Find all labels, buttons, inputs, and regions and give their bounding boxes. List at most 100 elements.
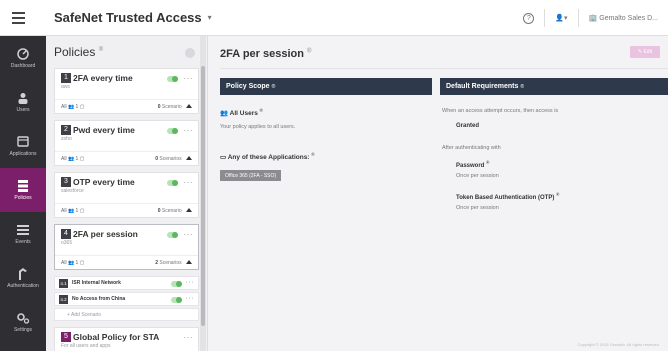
more-options-icon[interactable]: ···: [184, 178, 194, 187]
nav-events[interactable]: Events: [0, 212, 46, 256]
default-requirements-header: Default Requirements ®: [440, 78, 668, 95]
nav-policies[interactable]: Policies: [0, 168, 46, 212]
info-icon[interactable]: ®: [556, 192, 559, 197]
more-options-icon[interactable]: ···: [186, 279, 195, 286]
scenario-count[interactable]: 0 Scenario: [158, 104, 192, 110]
scenario-number: 4.1: [59, 278, 68, 288]
nav-users[interactable]: Users: [0, 80, 46, 124]
scenario-toggle[interactable]: [171, 281, 182, 287]
policy-scope-header: Policy Scope ®: [220, 78, 432, 95]
user-menu-icon[interactable]: 👤▾: [555, 14, 567, 22]
left-navigation: Dashboard Users Applications Policies Ev…: [0, 36, 46, 351]
add-policy-icon[interactable]: [185, 48, 195, 58]
chevron-up-icon: [186, 208, 192, 213]
info-icon[interactable]: ®: [272, 84, 276, 90]
scrollbar-thumb[interactable]: [201, 66, 205, 326]
policy-toggle[interactable]: [167, 128, 178, 134]
info-icon[interactable]: ®: [99, 47, 103, 53]
policy-card-1[interactable]: 1 2FA every time aws ··· All 👥 1 ▢ 0 Scen…: [54, 68, 199, 114]
more-options-icon[interactable]: ···: [184, 126, 194, 135]
policy-card-2[interactable]: 2 Pwd every time zoho ··· All 👥 1 ▢ 0 Sce…: [54, 120, 199, 166]
scenario-row-4-1[interactable]: 4.1 ISR Internal Network ···: [54, 276, 199, 290]
policy-app: aws: [61, 84, 70, 90]
more-options-icon[interactable]: ···: [184, 333, 194, 342]
users-icon: 👥: [220, 110, 229, 118]
page-title: 2FA per session ®: [220, 48, 312, 60]
info-icon[interactable]: ®: [486, 160, 489, 165]
policies-icon: [16, 179, 30, 192]
policy-card-4[interactable]: 4 2FA per session o365 ··· All 👥 1 ▢ 2 Sc…: [54, 224, 199, 270]
scenario-row-4-2[interactable]: 4.2 No Access from China ···: [54, 292, 199, 306]
nav-label: Applications: [9, 150, 37, 157]
policy-number: 1: [61, 73, 71, 83]
divider: [544, 9, 546, 27]
nav-settings[interactable]: Settings: [0, 300, 46, 344]
policy-app: zoho: [61, 136, 72, 142]
applications-label: ▭ Any of these Applications: ®: [220, 152, 315, 162]
menu-icon[interactable]: [0, 0, 36, 36]
password-frequency: Once per session: [456, 173, 499, 179]
more-options-icon[interactable]: ···: [184, 230, 194, 239]
policy-scope-summary: All 👥 1 ▢: [61, 259, 85, 266]
edit-button[interactable]: ✎ Edit: [630, 46, 660, 58]
nav-dashboard[interactable]: Dashboard: [0, 36, 46, 80]
add-scenario-button[interactable]: + Add Scenario: [54, 308, 199, 321]
policy-number: 3: [61, 177, 71, 187]
policy-name: 2FA every time: [73, 73, 133, 83]
policy-footer: All 👥 1 ▢ 0 Scenario: [55, 203, 198, 217]
scenario-number: 4.2: [59, 294, 68, 304]
more-options-icon[interactable]: ···: [184, 74, 194, 83]
brand-title[interactable]: SafeNet Trusted Access: [54, 10, 202, 25]
more-options-icon[interactable]: ···: [186, 295, 195, 302]
applications-icon: [16, 136, 30, 148]
authentication-icon: [16, 267, 30, 280]
policy-card-3[interactable]: 3 OTP every time salesforce ··· All 👥 1 ▢…: [54, 172, 199, 218]
policy-scope-summary: All 👥 1 ▢: [61, 207, 85, 214]
top-bar: SafeNet Trusted Access ▾ ? 👤▾ 🏢 Gemalto …: [0, 0, 668, 36]
scenario-name: ISR Internal Network: [72, 280, 121, 286]
password-label: Password ®: [456, 160, 490, 169]
scenario-count[interactable]: 0 Scenarios: [155, 156, 192, 162]
policy-name: 2FA per session: [73, 229, 138, 239]
policy-toggle[interactable]: [167, 232, 178, 238]
events-icon: [16, 224, 30, 236]
info-icon[interactable]: ®: [307, 48, 311, 54]
users-description: Your policy applies to all users.: [220, 124, 296, 130]
applications-icon: ▭: [220, 154, 227, 162]
policy-app: o365: [61, 240, 73, 246]
policy-number: 2: [61, 125, 71, 135]
token-auth-label: Token Based Authentication (OTP) ®: [456, 192, 560, 201]
policy-detail: 2FA per session ® ✎ Edit Policy Scope ® D…: [210, 36, 668, 351]
nav-label: Policies: [14, 194, 32, 201]
info-icon[interactable]: ®: [520, 84, 524, 90]
scenario-toggle[interactable]: [171, 297, 182, 303]
policy-toggle[interactable]: [167, 180, 178, 186]
policy-app: salesforce: [61, 188, 84, 194]
chevron-down-icon[interactable]: ▾: [208, 13, 212, 22]
chevron-up-icon: [186, 260, 192, 265]
policy-number: 5: [61, 332, 71, 342]
help-icon[interactable]: ?: [523, 12, 535, 24]
policy-name: Global Policy for STA: [73, 332, 160, 342]
info-icon[interactable]: ®: [311, 152, 314, 157]
all-users-label: 👥 All Users ®: [220, 108, 263, 118]
nav-authentication[interactable]: Authentication: [0, 256, 46, 300]
application-chip[interactable]: Office 365 (2FA - SSO): [220, 170, 282, 181]
dashboard-icon: [16, 47, 30, 60]
scenario-name: No Access from China: [72, 296, 126, 302]
policies-panel: Policies ® 1 2FA every time aws ··· All 👥…: [46, 36, 208, 351]
account-name: Gemalto Sales D...: [599, 15, 658, 22]
nav-label: Dashboard: [10, 62, 36, 69]
policy-toggle[interactable]: [167, 76, 178, 82]
policy-number: 4: [61, 229, 71, 239]
copyright-footer: Copyright © 2018 Gemalto. All rights res…: [577, 342, 660, 347]
info-icon[interactable]: ®: [260, 108, 263, 113]
policy-footer: All 👥 1 ▢ 0 Scenario: [55, 99, 198, 113]
scenario-count[interactable]: 0 Scenario: [158, 208, 192, 214]
policies-title: Policies ®: [54, 45, 104, 59]
policy-card-global[interactable]: 5 Global Policy for STA For all users and…: [54, 327, 199, 351]
nav-applications[interactable]: Applications: [0, 124, 46, 168]
policy-footer: All 👥 1 ▢ 0 Scenarios: [55, 151, 198, 165]
account-switcher[interactable]: 🏢 Gemalto Sales D...: [589, 14, 658, 22]
scenario-count[interactable]: 2 Scenarios: [155, 260, 192, 266]
